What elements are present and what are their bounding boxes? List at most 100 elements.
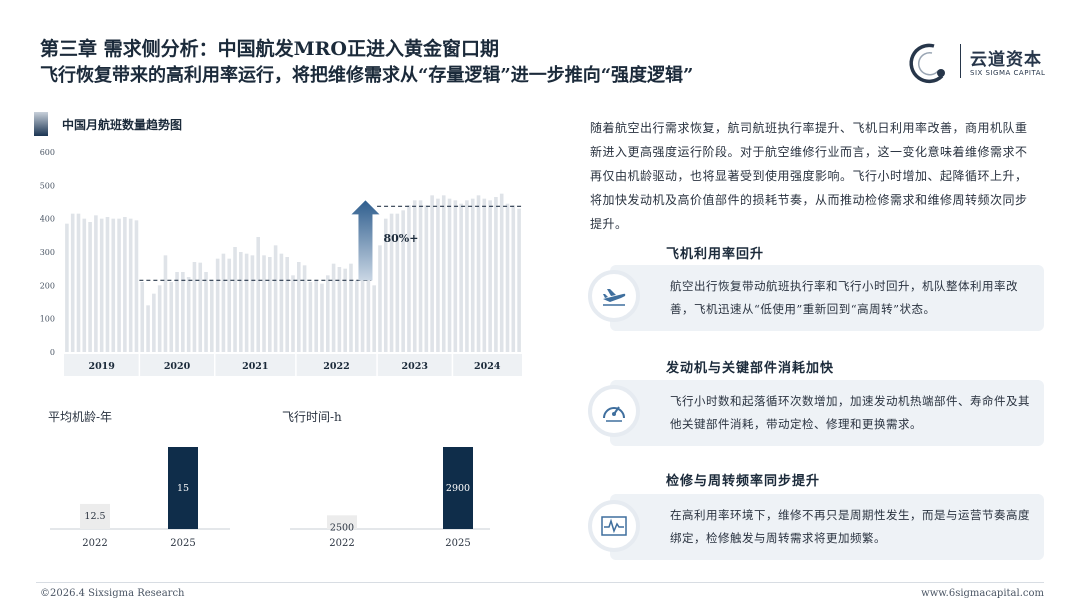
- growth-annotation: 80%+: [383, 232, 418, 245]
- mini-chart-label: 飞行时间-h: [282, 410, 342, 424]
- flight-bar: [117, 218, 121, 352]
- flight-bar: [157, 285, 162, 352]
- flight-bar: [412, 200, 417, 352]
- y-tick-label: 500: [40, 181, 55, 190]
- mini-bar-value: 2900: [446, 483, 470, 494]
- flight-bar: [366, 278, 371, 352]
- flight-bar: [186, 277, 191, 352]
- logo-subtext: SIX SIGMA CAPITAL: [970, 69, 1046, 77]
- flight-bar: [221, 253, 226, 352]
- flight-bar: [94, 215, 98, 352]
- avg-fleet-age-chart: 平均机龄-年 12.5 2022 15 2025: [48, 410, 230, 549]
- flight-bar: [465, 200, 469, 352]
- y-tick-label: 0: [50, 348, 55, 357]
- flight-bar: [76, 213, 81, 352]
- year-label: 2020: [164, 361, 191, 372]
- flight-bar: [152, 293, 156, 352]
- growth-arrow-shape: [351, 200, 380, 281]
- mini-category-label: 2025: [445, 538, 470, 549]
- mini-category-label: 2022: [329, 538, 354, 549]
- flight-bar: [482, 198, 487, 352]
- flight-bar: [354, 280, 359, 352]
- flight-bar: [146, 305, 150, 352]
- section-card-consumption: 飞行小时数和起落循环次数增加，加速发动机热端部件、寿命件及其他关键部件消耗，带动…: [610, 380, 1044, 446]
- flight-bar: [325, 275, 330, 352]
- flight-bar: [215, 258, 220, 352]
- flight-bar: [88, 222, 92, 352]
- intro-paragraph: 随着航空出行需求恢复，航司航班执行率提升、飞机日利用率改善，商用机队重新进入更高…: [590, 121, 1028, 231]
- flight-bar: [453, 200, 458, 352]
- flight-bar: [378, 245, 382, 352]
- year-label: 2022: [323, 361, 349, 372]
- mini-bar-value: 2500: [330, 522, 354, 533]
- flight-bar: [511, 205, 516, 352]
- flight-bar: [297, 262, 301, 352]
- flight-bar: [447, 198, 452, 352]
- flight-bar: [233, 247, 237, 352]
- flight-bar: [111, 218, 116, 352]
- logo-text: 云道资本: [970, 50, 1042, 70]
- pulse-icon: [588, 500, 640, 552]
- section-title-consumption: 发动机与关键部件消耗加快: [666, 361, 835, 376]
- flight-bar: [320, 283, 324, 352]
- year-axis-band: [64, 354, 522, 376]
- flight-bar: [476, 195, 481, 352]
- year-label: 2019: [88, 361, 115, 372]
- flight-bar: [314, 280, 318, 352]
- year-label: 2021: [242, 361, 268, 372]
- mini-category-label: 2022: [82, 538, 107, 549]
- flight-bar: [308, 282, 313, 352]
- flight-bar: [372, 285, 376, 352]
- flight-bar: [227, 258, 232, 352]
- flight-bar: [273, 245, 278, 352]
- flight-bar: [169, 282, 174, 352]
- y-tick-label: 100: [40, 315, 55, 324]
- flight-bar: [494, 197, 498, 352]
- gauge-icon: [588, 385, 640, 437]
- section-card-turnover: 在高利用率环境下，维修不再只是周期性发生，而是与运营节奏高度绑定，检修触发与周转…: [610, 494, 1044, 560]
- section-title-turnover: 检修与周转频率同步提升: [666, 474, 821, 489]
- flight-bar: [181, 272, 185, 352]
- year-label: 2024: [474, 361, 501, 372]
- flight-bar: [418, 200, 423, 352]
- mini-bar-value: 15: [177, 483, 189, 494]
- flight-bar: [268, 257, 272, 352]
- flight-bar: [256, 237, 261, 352]
- flight-bar: [210, 280, 214, 352]
- flight-bar: [279, 253, 284, 352]
- flight-bar: [163, 255, 168, 352]
- flight-bar: [140, 282, 145, 352]
- flight-bar: [360, 272, 365, 352]
- flight-bar: [70, 213, 75, 352]
- chart-title: 中国月航班数量趋势图: [62, 118, 183, 132]
- year-label: 2023: [402, 361, 428, 372]
- flight-bar: [441, 195, 446, 352]
- flight-bar: [204, 272, 208, 352]
- flight-bar: [250, 255, 255, 352]
- page-title: 第三章 需求侧分析：中国航发MRO正进入黄金窗口期: [40, 38, 499, 60]
- footer-website: www.6sigmacapital.com: [921, 588, 1044, 599]
- flight-bar: [436, 198, 440, 352]
- mini-bar-value: 12.5: [84, 511, 105, 522]
- flight-bar: [99, 218, 104, 352]
- footer-divider: [36, 582, 1044, 583]
- flight-bar: [244, 253, 249, 352]
- flight-bar: [302, 265, 307, 352]
- logo-divider: [960, 44, 961, 78]
- y-tick-label: 400: [40, 215, 55, 224]
- flight-bar: [123, 217, 127, 352]
- y-tick-label: 200: [40, 281, 55, 290]
- section-card-utilization: 航空出行恢复带动航班执行率和飞行小时回升，机队整体利用率改善，飞机迅速从“低使用…: [610, 265, 1044, 331]
- y-tick-label: 300: [40, 248, 55, 257]
- flight-bar: [285, 257, 289, 352]
- flight-bar: [488, 200, 492, 352]
- footer-copyright: ©2026.4 Sixsigma Research: [40, 588, 185, 599]
- y-tick-label: 600: [40, 148, 55, 157]
- flight-bar: [470, 198, 475, 352]
- flight-bar: [128, 218, 133, 352]
- section-text-utilization: 航空出行恢复带动航班执行率和飞行小时回升，机队整体利用率改善，飞机迅速从“低使用…: [670, 279, 1018, 316]
- section-title-utilization: 飞机利用率回升: [666, 247, 765, 262]
- flight-bar: [65, 223, 69, 352]
- flight-bar: [175, 272, 179, 352]
- flight-bar: [517, 208, 521, 352]
